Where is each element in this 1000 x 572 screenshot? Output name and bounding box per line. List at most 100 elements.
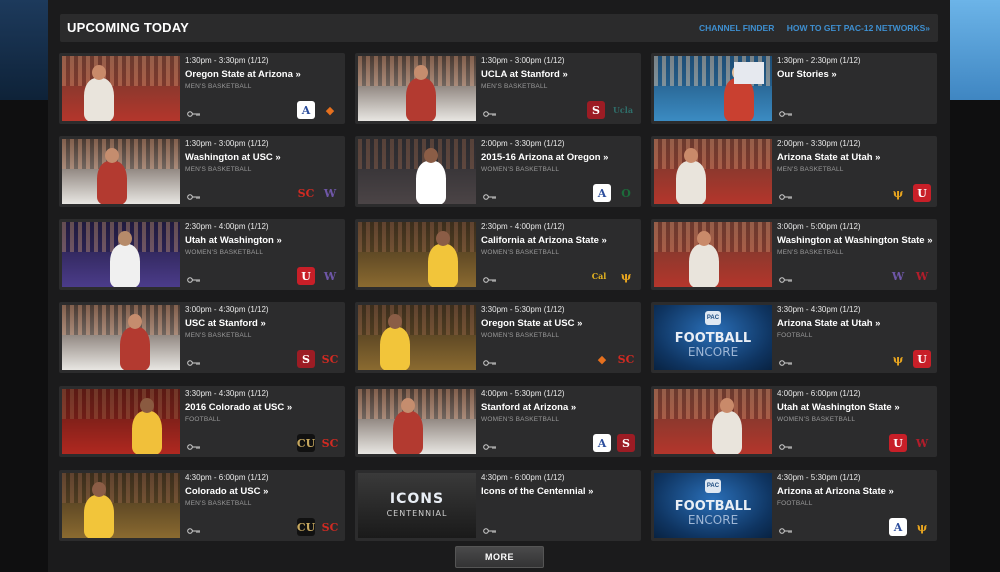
key-icon[interactable] [187,277,201,283]
key-icon[interactable] [483,528,497,534]
key-icon[interactable] [187,444,201,450]
key-icon[interactable] [779,444,793,450]
crowd-background [62,305,180,335]
event-thumbnail[interactable] [358,222,476,287]
event-title-link[interactable]: UCLA at Stanford » [481,68,637,81]
player-figure [84,78,114,121]
player-head [388,314,402,329]
player-figure [132,411,162,454]
event-thumbnail[interactable] [358,56,476,121]
how-to-get-link[interactable]: HOW TO GET PAC-12 NETWORKS» [787,23,930,33]
event-thumbnail[interactable] [62,56,180,121]
key-icon[interactable] [483,194,497,200]
key-icon[interactable] [483,111,497,117]
event-card[interactable]: PAC FOOTBALL ENCORE 4:30pm - 5:30pm (1/12) A… [651,470,937,541]
key-icon[interactable] [187,528,201,534]
event-thumbnail[interactable] [62,389,180,454]
event-thumbnail[interactable] [358,389,476,454]
event-title-link[interactable]: Utah at Washington State » [777,401,933,414]
arizona-state-logo: ψ [892,186,904,200]
event-card[interactable]: 2:00pm - 3:30pm (1/12) Arizona State at U… [651,136,937,207]
event-title-link[interactable]: Arizona State at Utah » [777,317,933,330]
washington-logo: W [323,186,337,200]
event-info: 3:30pm - 4:30pm (1/12) 2016 Colorado at U… [185,389,341,423]
event-thumbnail[interactable] [358,139,476,204]
event-title-link[interactable]: Washington at Washington State » [777,234,933,247]
event-info: 1:30pm - 2:30pm (1/12) Our Stories » [777,56,933,83]
player-figure [84,495,114,538]
event-thumbnail[interactable] [654,389,772,454]
key-icon[interactable] [483,444,497,450]
event-card[interactable]: 2:30pm - 4:00pm (1/12) Utah at Washington… [59,219,345,290]
event-thumbnail[interactable] [62,305,180,370]
event-thumbnail[interactable] [654,139,772,204]
event-card[interactable]: 3:30pm - 4:30pm (1/12) 2016 Colorado at U… [59,386,345,457]
player-figure [393,411,423,454]
key-icon[interactable] [483,360,497,366]
event-card[interactable]: 2:30pm - 4:00pm (1/12) California at Ariz… [355,219,641,290]
event-thumbnail[interactable] [654,56,772,121]
event-card[interactable]: 1:30pm - 3:30pm (1/12) Oregon State at Ar… [59,53,345,124]
event-title-link[interactable]: Stanford at Arizona » [481,401,637,414]
crowd-background [62,389,180,419]
event-thumbnail[interactable]: PAC FOOTBALL ENCORE [654,305,772,370]
event-title-link[interactable]: Arizona State at Utah » [777,151,933,164]
event-title-link[interactable]: Oregon State at Arizona » [185,68,341,81]
event-card[interactable]: 4:30pm - 6:00pm (1/12) Colorado at USC » M… [59,470,345,541]
key-icon[interactable] [779,360,793,366]
event-sport: MEN'S BASKETBALL [185,500,252,507]
usc-logo: SC [617,352,635,366]
event-title-link[interactable]: Arizona at Arizona State » [777,485,933,498]
event-title-link[interactable]: Our Stories » [777,68,933,81]
event-title-link[interactable]: Icons of the Centennial » [481,485,637,498]
event-thumbnail[interactable] [358,305,476,370]
event-sport: FOOTBALL [777,332,813,339]
channel-finder-link[interactable]: CHANNEL FINDER [699,23,774,33]
event-title-link[interactable]: California at Arizona State » [481,234,637,247]
event-thumbnail[interactable]: ICONS CENTENNIAL [358,473,476,538]
more-button[interactable]: MORE [455,546,544,568]
team-logos: Aψ [889,517,931,537]
crowd-background [358,139,476,169]
event-card[interactable]: 1:30pm - 3:00pm (1/12) UCLA at Stanford »… [355,53,641,124]
player-figure [689,244,719,287]
event-card[interactable]: 3:00pm - 5:00pm (1/12) Washington at Wash… [651,219,937,290]
event-title-link[interactable]: Utah at Washington » [185,234,341,247]
event-card[interactable]: 1:30pm - 3:00pm (1/12) Washington at USC … [59,136,345,207]
event-title-link[interactable]: 2016 Colorado at USC » [185,401,341,414]
key-icon[interactable] [187,111,201,117]
key-icon[interactable] [779,194,793,200]
event-thumbnail[interactable] [62,473,180,538]
key-icon[interactable] [779,528,793,534]
event-thumbnail[interactable]: PAC FOOTBALL ENCORE [654,473,772,538]
key-icon[interactable] [483,277,497,283]
event-thumbnail[interactable] [62,139,180,204]
event-card[interactable]: 1:30pm - 2:30pm (1/12) Our Stories » [651,53,937,124]
event-card[interactable]: 3:30pm - 5:30pm (1/12) Oregon State at US… [355,302,641,373]
event-title-link[interactable]: Oregon State at USC » [481,317,637,330]
event-card[interactable]: 4:00pm - 6:00pm (1/12) Utah at Washington… [651,386,937,457]
crowd-background [358,222,476,252]
key-icon[interactable] [187,360,201,366]
key-icon[interactable] [187,194,201,200]
event-title-link[interactable]: Washington at USC » [185,151,341,164]
thumbnail-text-line1: ICONS [389,491,445,507]
player-head [105,148,119,163]
background-left-graphic [0,0,48,100]
event-card[interactable]: PAC FOOTBALL ENCORE 3:30pm - 4:30pm (1/12) A… [651,302,937,373]
event-title-link[interactable]: USC at Stanford » [185,317,341,330]
event-card[interactable]: 2:00pm - 3:30pm (1/12) 2015-16 Arizona at… [355,136,641,207]
event-card[interactable]: ICONS CENTENNIAL 4:30pm - 6:00pm (1/12) Ico… [355,470,641,541]
event-time: 4:30pm - 5:30pm (1/12) [777,473,861,482]
utah-logo: U [297,267,315,285]
event-thumbnail[interactable] [62,222,180,287]
player-figure [724,78,754,121]
event-thumbnail[interactable] [654,222,772,287]
event-card[interactable]: 4:00pm - 5:30pm (1/12) Stanford at Arizon… [355,386,641,457]
event-title-link[interactable]: 2015-16 Arizona at Oregon » [481,151,637,164]
key-icon[interactable] [779,277,793,283]
event-card[interactable]: 3:00pm - 4:30pm (1/12) USC at Stanford » M… [59,302,345,373]
key-icon[interactable] [779,111,793,117]
event-title-link[interactable]: Colorado at USC » [185,485,341,498]
crowd-background [62,473,180,503]
